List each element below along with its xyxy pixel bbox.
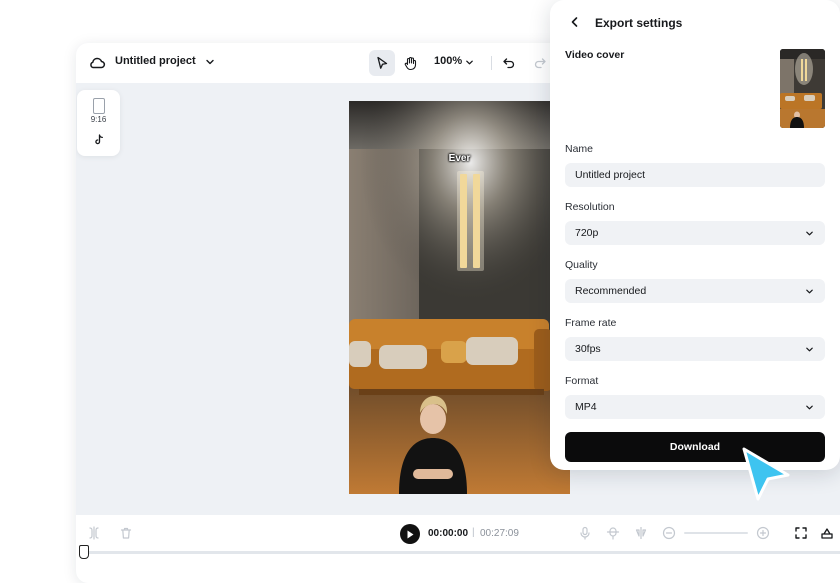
- total-duration: 00:27:09: [480, 528, 519, 539]
- timeline-bar: 00:00:00 | 00:27:09: [76, 515, 840, 583]
- timeline-track[interactable]: [84, 551, 840, 554]
- frame-rate-select[interactable]: 30fps: [565, 337, 825, 361]
- undo-icon: [503, 58, 515, 69]
- zoom-out-icon[interactable]: [662, 526, 676, 540]
- panel-title: Export settings: [595, 16, 683, 30]
- fullscreen-icon[interactable]: [794, 526, 808, 540]
- quality-select[interactable]: Recommended: [565, 279, 825, 303]
- format-select[interactable]: MP4: [565, 395, 825, 419]
- hand-icon: [404, 56, 416, 70]
- delete-icon[interactable]: [119, 526, 133, 540]
- cloud-icon[interactable]: [88, 54, 106, 72]
- name-input-value: Untitled project: [575, 169, 646, 181]
- select-tool-button[interactable]: [369, 50, 395, 76]
- back-chevron-icon[interactable]: [569, 16, 581, 28]
- phone-ratio-icon: [93, 98, 105, 114]
- aspect-ratio-label: 9:16: [90, 115, 107, 124]
- cover-thumbnail-image: [780, 49, 825, 128]
- name-label: Name: [565, 143, 594, 155]
- current-time: 00:00:00: [428, 528, 469, 539]
- resolution-select[interactable]: 720p: [565, 221, 825, 245]
- zoom-level[interactable]: 100%: [434, 55, 462, 67]
- chevron-down-icon: [806, 347, 813, 352]
- quality-label: Quality: [565, 259, 598, 271]
- voice-effect-icon[interactable]: [606, 526, 620, 540]
- microphone-icon[interactable]: [578, 526, 592, 540]
- mirror-icon[interactable]: [634, 526, 648, 540]
- frame-rate-label: Frame rate: [565, 317, 617, 329]
- hand-tool-button[interactable]: [397, 50, 423, 76]
- video-cover-thumbnail[interactable]: [780, 49, 825, 128]
- video-caption: Ever: [448, 153, 471, 164]
- undo-button[interactable]: [496, 50, 522, 76]
- pointer-cursor-icon: [742, 447, 790, 501]
- chevron-down-icon[interactable]: [205, 57, 215, 67]
- chevron-down-icon: [806, 405, 813, 410]
- aspect-ratio-card[interactable]: 9:16: [77, 90, 120, 156]
- frame-rate-value: 30fps: [575, 343, 601, 355]
- redo-icon: [534, 58, 546, 69]
- chevron-down-icon: [806, 289, 813, 294]
- video-cover-label: Video cover: [565, 49, 625, 61]
- name-input[interactable]: Untitled project: [565, 163, 825, 187]
- resolution-value: 720p: [575, 227, 599, 239]
- playhead-handle[interactable]: [79, 545, 89, 559]
- toolbar-divider: [491, 56, 492, 70]
- chevron-down-icon[interactable]: [465, 58, 474, 67]
- quality-value: Recommended: [575, 285, 647, 297]
- tiktok-icon: [95, 134, 103, 145]
- play-icon: [407, 530, 414, 538]
- video-preview[interactable]: Ever: [349, 101, 570, 494]
- select-pointer-icon: [377, 56, 388, 69]
- format-label: Format: [565, 375, 599, 387]
- timeline-zoom-slider[interactable]: [684, 532, 748, 534]
- chevron-down-icon: [806, 231, 813, 236]
- split-icon[interactable]: [87, 526, 101, 540]
- format-value: MP4: [575, 401, 597, 413]
- resolution-label: Resolution: [565, 201, 615, 213]
- time-separator: |: [472, 527, 475, 538]
- zoom-in-icon[interactable]: [756, 526, 770, 540]
- collapse-icon[interactable]: [820, 526, 834, 540]
- export-settings-panel: Export settings Video cover Name Untitle…: [550, 0, 840, 470]
- play-button[interactable]: [400, 524, 420, 544]
- project-title[interactable]: Untitled project: [115, 55, 196, 67]
